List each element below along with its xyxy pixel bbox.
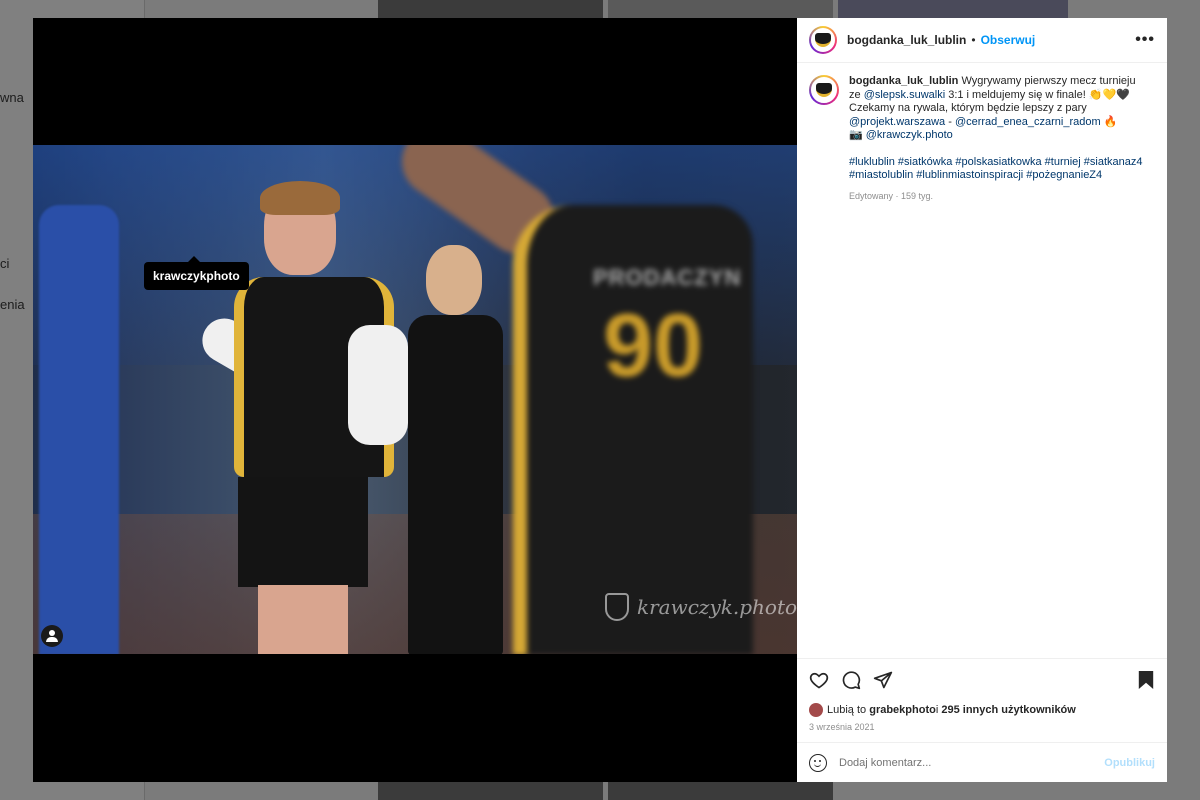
photo-watermark: krawczyk.photo (605, 593, 797, 621)
background-nav-item: wna (0, 90, 24, 105)
avatar[interactable] (809, 26, 837, 54)
post-actions (797, 658, 1167, 700)
watermark-shield-icon (605, 593, 629, 621)
club-logo-icon (816, 83, 832, 97)
user-tags-icon[interactable] (41, 625, 63, 647)
background-thumbnail (838, 0, 1068, 18)
camera-emoji: 📷 (849, 129, 866, 141)
watermark-text: krawczyk.photo (637, 595, 797, 619)
header-separator: • (971, 33, 976, 47)
fire-emoji: 🔥 (1100, 115, 1118, 128)
follow-button[interactable]: Obserwuj (981, 33, 1036, 47)
post-header: bogdanka_luk_lublin • Obserwuj ••• (797, 18, 1167, 63)
background-thumbnail (608, 782, 833, 800)
save-bookmark-icon[interactable] (1137, 670, 1155, 690)
share-icon[interactable] (873, 670, 893, 690)
caption-meta: Edytowany · 159 tyg. (849, 190, 934, 201)
likes-middle: i (935, 704, 939, 716)
comment-input[interactable] (839, 756, 1105, 769)
post-date: 3 września 2021 (809, 722, 875, 732)
mention-link[interactable]: @cerrad_enea_czarni_radom (955, 116, 1101, 128)
more-options-icon[interactable]: ••• (1135, 31, 1155, 49)
caption-line: Czekamy na rywala, którym będzie lepszy … (849, 102, 1087, 114)
caption-username[interactable]: bogdanka_luk_lublin (849, 75, 958, 87)
hashtags[interactable]: #luklublin #siatkówka #polskasiatkowka #… (849, 156, 1149, 183)
jersey-number: 90 (603, 296, 704, 396)
mention-link[interactable]: @slepsk.suwalki (864, 89, 945, 101)
liker-avatar (809, 703, 823, 717)
mention-link[interactable]: @krawczyk.photo (866, 129, 953, 141)
caption-line: 3:1 i meldujemy się w finale! 👏💛🖤 (945, 88, 1130, 101)
emoji-icon[interactable] (809, 753, 827, 772)
background-thumbnail (378, 0, 603, 18)
liker-username[interactable]: grabekphoto (869, 704, 936, 716)
publish-button[interactable]: Opublikuj (1104, 757, 1155, 769)
hashtag-line[interactable]: #miastolublin #lublinmiastoinspiracji #p… (849, 169, 1102, 181)
caption: bogdanka_luk_lublin Wygrywamy pierwszy m… (809, 75, 1155, 203)
comment-icon[interactable] (841, 670, 861, 690)
hashtag-line[interactable]: #luklublin #siatkówka #polskasiatkowka #… (849, 156, 1143, 168)
photo-main-player (194, 181, 408, 654)
background-thumbnail (378, 782, 603, 800)
background-thumbnail (608, 0, 833, 18)
like-heart-icon[interactable] (809, 670, 829, 690)
post-author-username[interactable]: bogdanka_luk_lublin (847, 33, 966, 47)
club-logo-icon (815, 33, 831, 47)
add-comment-bar: Opublikuj (797, 742, 1167, 782)
jersey-name: PRODACZYN (593, 265, 742, 290)
post-photo[interactable]: PRODACZYN 90 krawczyk.photo (33, 145, 797, 654)
background-nav-item: enia (0, 297, 25, 312)
caption-text: bogdanka_luk_lublin Wygrywamy pierwszy m… (849, 75, 1149, 203)
likes-others-link[interactable]: 295 innych użytkowników (941, 704, 1075, 716)
likes-prefix: Lubią to (827, 704, 867, 716)
post-details-panel: bogdanka_luk_lublin • Obserwuj ••• bogda… (797, 18, 1167, 782)
post-media[interactable]: PRODACZYN 90 krawczyk.photo krawczykphot… (33, 18, 797, 782)
caption-separator: - (945, 115, 955, 128)
caption-avatar[interactable] (809, 75, 839, 105)
comments-section[interactable]: bogdanka_luk_lublin Wygrywamy pierwszy m… (797, 63, 1167, 658)
photo-user-tag[interactable]: krawczykphoto (144, 256, 249, 290)
likes-summary[interactable]: Lubią to grabekphoto i 295 innych użytko… (797, 700, 1167, 720)
photo-blurred-player: PRODACZYN 90 (388, 145, 783, 654)
background-nav-item: ci (0, 256, 10, 271)
mention-link[interactable]: @projekt.warszawa (849, 116, 945, 128)
photo-side-player (39, 205, 119, 654)
